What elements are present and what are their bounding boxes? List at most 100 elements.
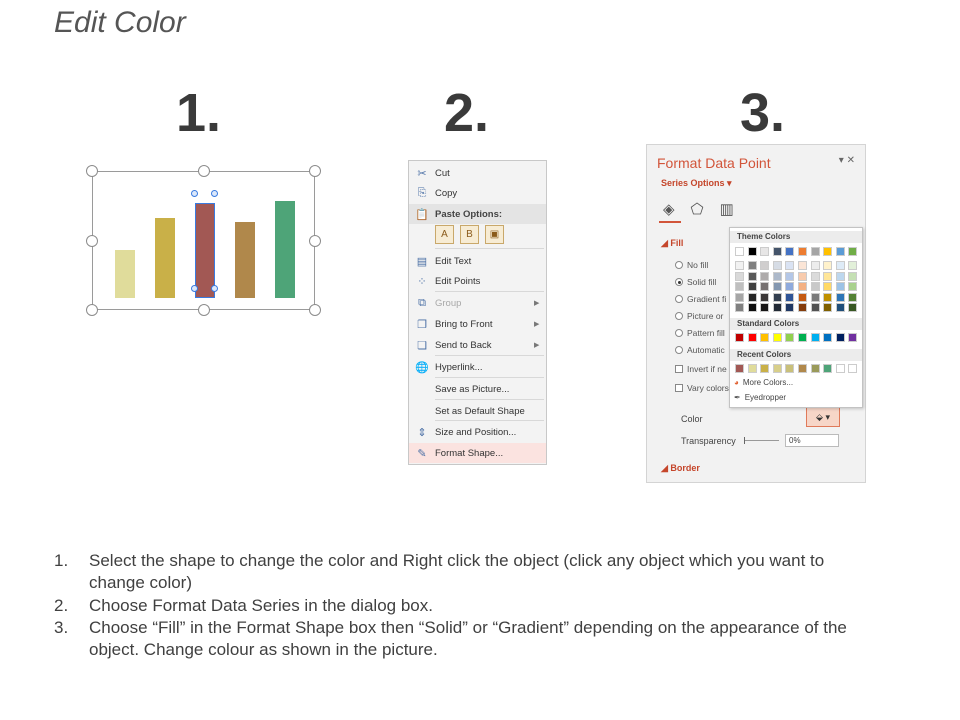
theme-shade-swatch[interactable]: [835, 271, 845, 281]
menu-item-copy[interactable]: ⎘ Copy: [409, 183, 546, 203]
eyedropper-item[interactable]: ✒ Eyedropper: [734, 393, 786, 402]
radio-button[interactable]: [675, 261, 683, 269]
recent-color-swatch[interactable]: [810, 364, 820, 373]
theme-color-swatch[interactable]: [848, 247, 858, 256]
recent-color-swatch[interactable]: [785, 364, 795, 373]
menu-item-size-and-position[interactable]: ⇕ Size and Position...: [409, 422, 546, 442]
more-colors-item[interactable]: ◕ More Colors...: [734, 378, 793, 387]
fill-radio-1[interactable]: Solid fill: [675, 277, 716, 287]
theme-shade-swatch[interactable]: [735, 282, 744, 291]
theme-shade-swatch[interactable]: [735, 292, 744, 302]
close-icon[interactable]: ✕: [847, 155, 855, 166]
recent-color-swatch[interactable]: [798, 364, 807, 373]
theme-shade-swatch[interactable]: [735, 303, 744, 312]
theme-shade-swatch[interactable]: [747, 303, 757, 312]
paste-merge-formatting-icon[interactable]: B: [460, 225, 479, 244]
theme-shade-swatch[interactable]: [798, 271, 807, 281]
transparency-input[interactable]: 0%: [785, 434, 839, 447]
fill-line-tab-icon[interactable]: ◈: [663, 200, 675, 218]
fill-section-header[interactable]: ◢ Fill: [661, 238, 683, 249]
theme-shade-swatch[interactable]: [810, 303, 820, 312]
recent-color-swatch[interactable]: [835, 364, 845, 373]
radio-button[interactable]: [675, 329, 683, 337]
theme-color-swatch[interactable]: [747, 247, 757, 256]
standard-color-swatch[interactable]: [835, 333, 845, 342]
theme-color-swatch[interactable]: [823, 247, 833, 256]
menu-item-group[interactable]: ⧉ Group ▶: [409, 293, 546, 313]
border-section-header[interactable]: ◢ Border: [661, 463, 700, 474]
theme-shade-swatch[interactable]: [747, 261, 757, 270]
theme-shade-swatch[interactable]: [760, 271, 770, 281]
theme-shade-swatch[interactable]: [747, 271, 757, 281]
menu-item-format-shape[interactable]: ✎ Format Shape...: [409, 443, 546, 463]
standard-color-swatch[interactable]: [760, 333, 770, 342]
fill-checkbox-7[interactable]: Vary colors: [675, 383, 729, 393]
resize-handle[interactable]: [309, 165, 321, 177]
theme-shade-swatch[interactable]: [798, 292, 807, 302]
theme-color-swatch[interactable]: [810, 247, 820, 256]
radio-button[interactable]: [675, 295, 683, 303]
theme-color-swatch[interactable]: [772, 247, 782, 256]
standard-color-swatch[interactable]: [823, 333, 833, 342]
menu-item-send-to-back[interactable]: ❏ Send to Back ▶: [409, 335, 546, 355]
theme-color-swatch[interactable]: [785, 247, 795, 256]
fill-color-button[interactable]: ⬙ ▾: [806, 407, 840, 427]
standard-color-swatch[interactable]: [772, 333, 782, 342]
standard-color-swatch[interactable]: [810, 333, 820, 342]
theme-color-swatch[interactable]: [835, 247, 845, 256]
theme-shade-swatch[interactable]: [835, 282, 845, 291]
checkbox[interactable]: [675, 365, 683, 373]
transparency-slider[interactable]: [744, 437, 779, 444]
resize-handle[interactable]: [86, 234, 98, 247]
menu-item-edit-points[interactable]: ⁘ Edit Points: [409, 271, 546, 291]
theme-shade-swatch[interactable]: [785, 282, 795, 291]
recent-color-swatch[interactable]: [747, 364, 757, 373]
theme-shade-swatch[interactable]: [835, 303, 845, 312]
effects-tab-icon[interactable]: ⬠: [691, 200, 704, 218]
bar-selection-handle[interactable]: [191, 285, 198, 292]
fill-radio-5[interactable]: Automatic: [675, 345, 725, 355]
pane-dropdown-icon[interactable]: ▾: [839, 155, 844, 166]
theme-shade-swatch[interactable]: [810, 261, 820, 270]
series-options-tab-icon[interactable]: ▥: [720, 200, 734, 218]
resize-handle[interactable]: [86, 304, 98, 316]
theme-shade-swatch[interactable]: [848, 303, 858, 312]
theme-shade-swatch[interactable]: [848, 271, 858, 281]
checkbox[interactable]: [675, 384, 683, 392]
recent-color-swatch[interactable]: [760, 364, 770, 373]
theme-shade-swatch[interactable]: [798, 282, 807, 291]
theme-shade-swatch[interactable]: [772, 282, 782, 291]
theme-shade-swatch[interactable]: [760, 261, 770, 270]
chart-bar[interactable]: [235, 222, 255, 298]
theme-shade-swatch[interactable]: [810, 271, 820, 281]
resize-handle[interactable]: [86, 165, 98, 177]
resize-handle[interactable]: [309, 304, 321, 316]
theme-shade-swatch[interactable]: [772, 261, 782, 270]
theme-color-swatch[interactable]: [760, 247, 770, 256]
fill-radio-0[interactable]: No fill: [675, 260, 708, 270]
radio-button[interactable]: [675, 312, 683, 320]
theme-shade-swatch[interactable]: [760, 303, 770, 312]
chart-bar[interactable]: [155, 218, 175, 298]
theme-shade-swatch[interactable]: [823, 261, 833, 270]
resize-handle[interactable]: [309, 234, 321, 247]
paste-keep-formatting-icon[interactable]: A: [435, 225, 454, 244]
fill-radio-2[interactable]: Gradient fi: [675, 294, 726, 304]
theme-shade-swatch[interactable]: [785, 292, 795, 302]
bar-selection-handle[interactable]: [191, 190, 198, 197]
theme-shade-swatch[interactable]: [785, 261, 795, 270]
menu-item-edit-text[interactable]: ▤ Edit Text: [409, 251, 546, 271]
theme-shade-swatch[interactable]: [848, 282, 858, 291]
theme-shade-swatch[interactable]: [848, 261, 858, 270]
theme-shade-swatch[interactable]: [798, 261, 807, 270]
resize-handle[interactable]: [197, 304, 210, 316]
theme-shade-swatch[interactable]: [772, 271, 782, 281]
recent-color-swatch[interactable]: [735, 364, 744, 373]
theme-shade-swatch[interactable]: [848, 292, 858, 302]
standard-color-swatch[interactable]: [735, 333, 744, 342]
theme-shade-swatch[interactable]: [823, 303, 833, 312]
chart-selection-box[interactable]: [86, 165, 321, 316]
menu-item-bring-to-front[interactable]: ❐ Bring to Front ▶: [409, 314, 546, 334]
theme-shade-swatch[interactable]: [785, 271, 795, 281]
recent-color-swatch[interactable]: [848, 364, 858, 373]
